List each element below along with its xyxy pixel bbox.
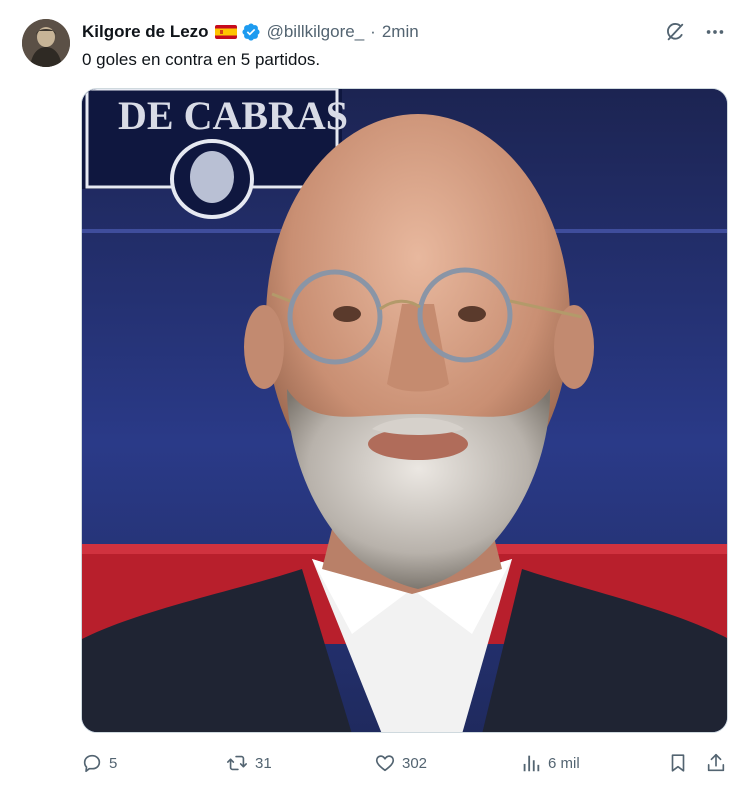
- repost-button[interactable]: 31: [225, 748, 272, 778]
- repost-icon: [227, 755, 247, 771]
- more-dots-icon[interactable]: [703, 20, 727, 44]
- heart-icon: [375, 755, 395, 772]
- bookmark-icon: [671, 754, 685, 772]
- verified-badge-icon[interactable]: [241, 22, 261, 42]
- views-button[interactable]: 6 mil: [520, 748, 580, 778]
- tweet-actions: 5 31 302 6 mil: [81, 748, 731, 778]
- background-sign-text: DE CABRAS: [118, 93, 348, 138]
- like-button[interactable]: 302: [374, 748, 427, 778]
- avatar[interactable]: [22, 19, 70, 67]
- author-name[interactable]: Kilgore de Lezo: [82, 22, 209, 42]
- author-handle[interactable]: @billkilgore_: [267, 22, 365, 42]
- bookmark-button[interactable]: [667, 748, 695, 778]
- analytics-icon: [523, 755, 540, 772]
- tweet-text: 0 goles en contra en 5 partidos.: [82, 50, 321, 69]
- share-button[interactable]: [705, 748, 733, 778]
- reply-icon: [83, 754, 101, 773]
- reply-button[interactable]: 5: [81, 748, 117, 778]
- separator-dot: ·: [370, 22, 376, 41]
- view-count: 6 mil: [548, 754, 580, 772]
- share-icon: [707, 753, 725, 772]
- timestamp[interactable]: 2min: [382, 22, 419, 42]
- reply-count: 5: [109, 754, 118, 772]
- like-count: 302: [402, 754, 428, 772]
- grok-icon[interactable]: [663, 20, 687, 44]
- tweet-header: Kilgore de Lezo @billkilgore_ · 2min: [82, 20, 419, 44]
- tweet: Kilgore de Lezo @billkilgore_ · 2min 0 g…: [0, 0, 745, 786]
- repost-count: 31: [255, 754, 272, 772]
- spain-flag-icon: [214, 25, 237, 39]
- top-actions: [663, 20, 727, 44]
- tweet-photo[interactable]: DE CABRAS: [81, 88, 728, 733]
